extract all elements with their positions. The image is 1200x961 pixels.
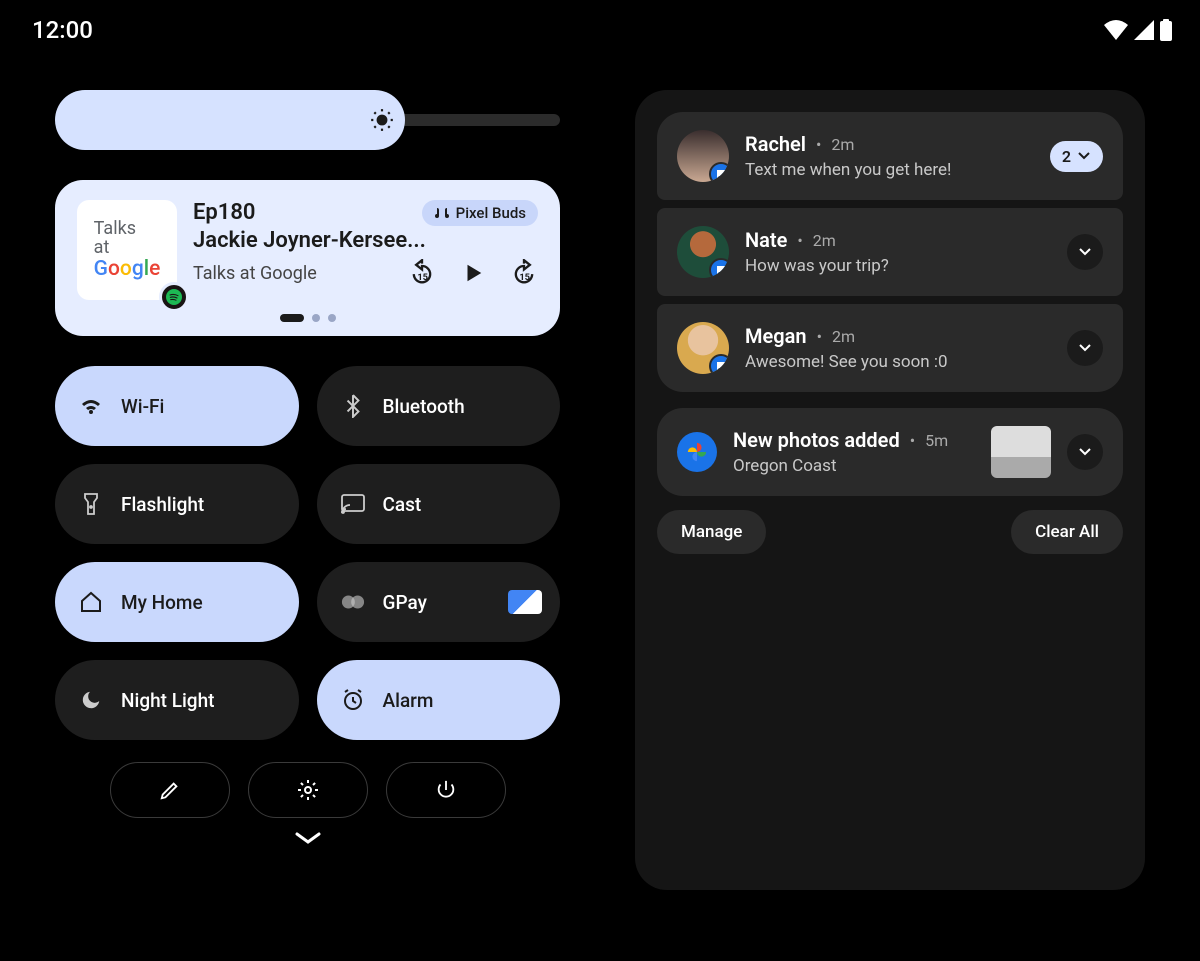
- signal-icon: [1134, 20, 1154, 40]
- gpay-card-icon: [508, 590, 542, 614]
- settings-button[interactable]: [248, 762, 368, 818]
- notification-panel: Rachel • 2m Text me when you get here! 2: [635, 90, 1145, 890]
- tile-label: Alarm: [383, 689, 434, 712]
- avatar: [677, 226, 729, 278]
- battery-icon: [1160, 19, 1172, 41]
- photos-icon: [677, 432, 717, 472]
- media-subtitle: Jackie Joyner-Kersee...: [193, 228, 538, 253]
- notification-text: How was your trip?: [745, 256, 1051, 276]
- messages-icon: [709, 354, 729, 374]
- status-bar: 12:00: [0, 0, 1200, 60]
- status-time: 12:00: [32, 16, 93, 44]
- manage-notifications-button[interactable]: Manage: [657, 510, 766, 554]
- messages-icon: [709, 162, 729, 182]
- svg-text:15: 15: [519, 272, 530, 283]
- expand-shade-button[interactable]: [55, 830, 560, 846]
- notification-text: Awesome! See you soon :0: [745, 352, 1051, 372]
- gear-icon: [296, 778, 320, 802]
- tile-home[interactable]: My Home: [55, 562, 299, 642]
- pager-dot[interactable]: [280, 314, 304, 322]
- svg-text:15: 15: [417, 272, 428, 283]
- tile-cast[interactable]: Cast: [317, 464, 561, 544]
- tile-night-light[interactable]: Night Light: [55, 660, 299, 740]
- wifi-icon: [1104, 20, 1128, 40]
- tile-flashlight[interactable]: Flashlight: [55, 464, 299, 544]
- notification-sender: Rachel: [745, 132, 806, 156]
- alarm-icon: [341, 688, 365, 712]
- earbuds-icon: [434, 206, 450, 220]
- brightness-fill: [55, 90, 405, 150]
- notification-count-chip[interactable]: 2: [1050, 141, 1103, 172]
- tile-label: My Home: [121, 591, 203, 614]
- pager-dot[interactable]: [328, 314, 336, 322]
- flashlight-icon: [79, 492, 103, 516]
- notification-text: Text me when you get here!: [745, 160, 1034, 180]
- media-pager-dots[interactable]: [77, 314, 538, 322]
- conversation-group: Rachel • 2m Text me when you get here! 2: [657, 112, 1123, 392]
- moon-icon: [79, 689, 103, 711]
- expand-button[interactable]: [1067, 330, 1103, 366]
- output-device-chip[interactable]: Pixel Buds: [422, 200, 538, 226]
- photo-thumbnail: [991, 426, 1051, 478]
- tile-label: Bluetooth: [383, 395, 465, 418]
- brightness-slider[interactable]: [55, 90, 560, 150]
- quick-tiles-grid: Wi-Fi Bluetooth Flashlight Cast: [55, 366, 560, 740]
- expand-button[interactable]: [1067, 234, 1103, 270]
- output-device-label: Pixel Buds: [456, 204, 526, 222]
- quick-settings-panel: Talks at Google Ep180: [55, 90, 560, 941]
- media-title: Ep180: [193, 200, 256, 225]
- tile-label: Wi-Fi: [121, 395, 164, 418]
- wifi-icon: [79, 396, 103, 416]
- notification-item[interactable]: Rachel • 2m Text me when you get here! 2: [657, 112, 1123, 200]
- gpay-icon: [341, 593, 365, 611]
- tile-label: Night Light: [121, 689, 214, 712]
- notification-sender: Nate: [745, 228, 787, 252]
- media-album-art: Talks at Google: [77, 200, 177, 300]
- notification-item[interactable]: Megan • 2m Awesome! See you soon :0: [657, 304, 1123, 392]
- avatar: [677, 130, 729, 182]
- notification-item[interactable]: Nate • 2m How was your trip?: [657, 208, 1123, 296]
- media-source: Talks at Google: [193, 263, 317, 284]
- notification-sender: Megan: [745, 324, 807, 348]
- play-button[interactable]: [462, 262, 484, 284]
- notification-time: 2m: [831, 135, 854, 154]
- avatar: [677, 322, 729, 374]
- bluetooth-icon: [341, 394, 365, 418]
- edit-tiles-button[interactable]: [110, 762, 230, 818]
- power-button[interactable]: [386, 762, 506, 818]
- quick-settings-actions: [55, 762, 560, 818]
- cast-icon: [341, 493, 365, 515]
- home-icon: [79, 591, 103, 613]
- pager-dot[interactable]: [312, 314, 320, 322]
- notification-time: 5m: [925, 431, 948, 450]
- tile-label: Cast: [383, 493, 422, 516]
- pencil-icon: [159, 779, 181, 801]
- tile-bluetooth[interactable]: Bluetooth: [317, 366, 561, 446]
- messages-icon: [709, 258, 729, 278]
- brightness-icon: [367, 105, 397, 135]
- tile-label: GPay: [383, 591, 427, 614]
- tile-gpay[interactable]: GPay: [317, 562, 561, 642]
- clear-all-button[interactable]: Clear All: [1011, 510, 1123, 554]
- notification-time: 2m: [832, 327, 855, 346]
- tile-wifi[interactable]: Wi-Fi: [55, 366, 299, 446]
- status-icons: [1104, 19, 1172, 41]
- notification-item-photos[interactable]: New photos added • 5m Oregon Coast: [657, 408, 1123, 496]
- spotify-icon: [159, 282, 189, 312]
- rewind-15-button[interactable]: 15: [408, 259, 436, 287]
- power-icon: [435, 779, 457, 801]
- notification-time: 2m: [813, 231, 836, 250]
- notification-text: Oregon Coast: [733, 456, 975, 476]
- forward-15-button[interactable]: 15: [510, 259, 538, 287]
- expand-button[interactable]: [1067, 434, 1103, 470]
- notification-title: New photos added: [733, 428, 900, 452]
- media-player-card[interactable]: Talks at Google Ep180: [55, 180, 560, 336]
- tile-label: Flashlight: [121, 493, 204, 516]
- tile-alarm[interactable]: Alarm: [317, 660, 561, 740]
